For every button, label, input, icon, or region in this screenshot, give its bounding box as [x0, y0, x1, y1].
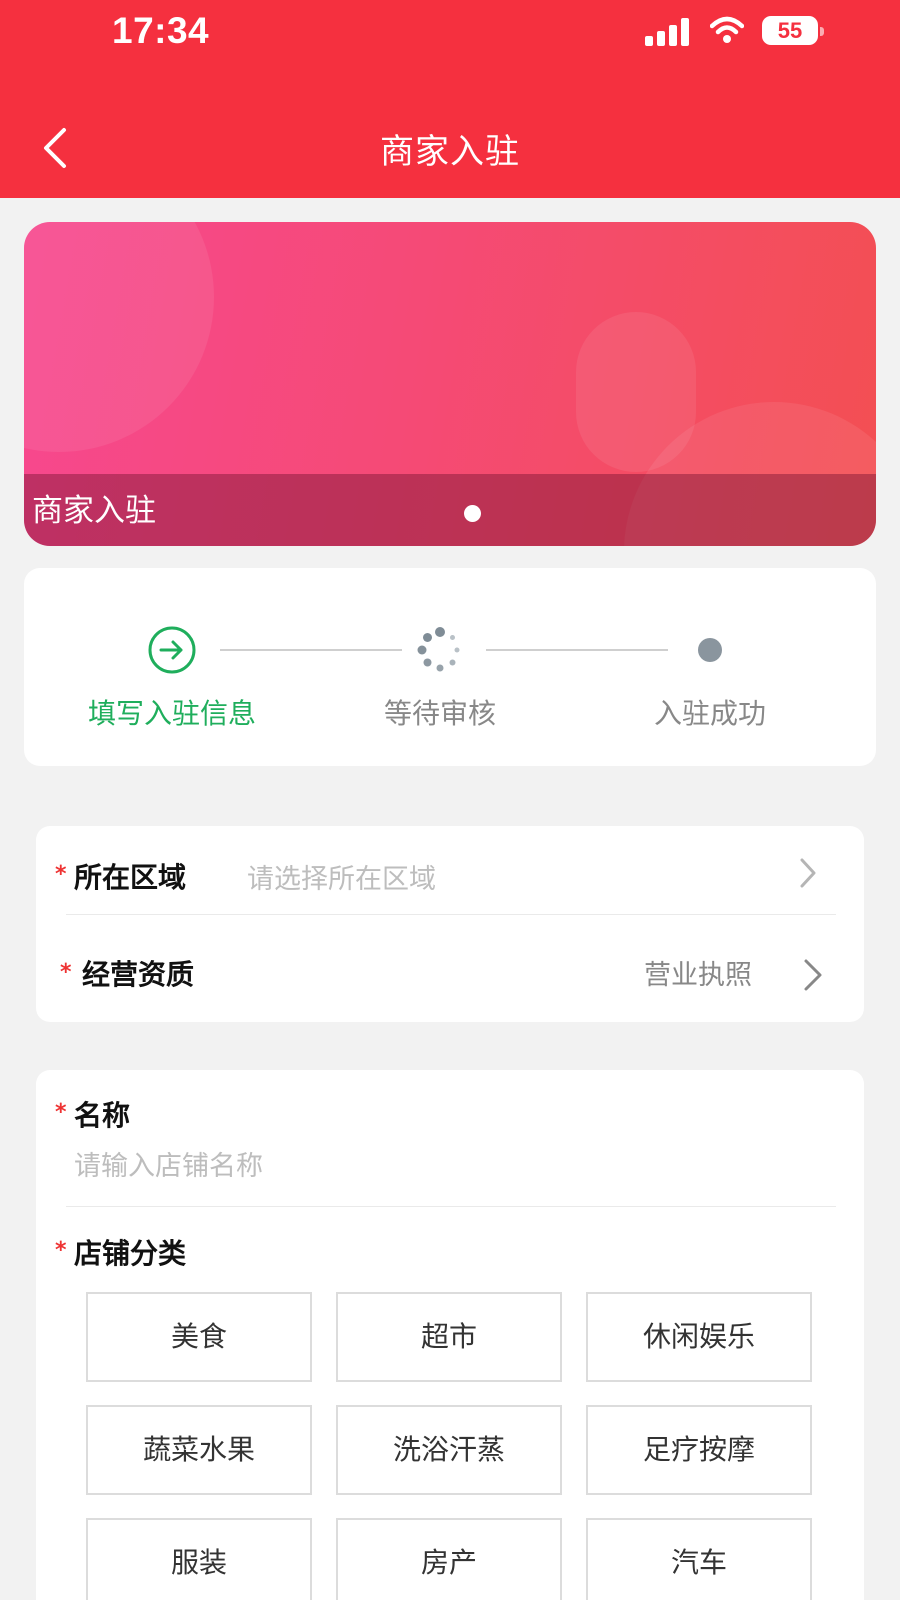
- category-option[interactable]: 休闲娱乐: [586, 1292, 812, 1382]
- qualification-value: 营业执照: [644, 960, 752, 991]
- qualification-label: 经营资质: [82, 958, 195, 991]
- progress-steps: 填写入驻信息 等待审核 入驻成功: [24, 568, 876, 766]
- qualification-card: * 所在区域 请选择所在区域 * 经营资质 营业执照: [36, 826, 864, 1022]
- category-option[interactable]: 美食: [86, 1292, 312, 1382]
- app-header: 17:34 55 商家入驻: [0, 0, 900, 198]
- category-option[interactable]: 房产: [336, 1518, 562, 1600]
- chevron-right-icon: [800, 858, 816, 888]
- row-divider: [66, 1206, 836, 1207]
- cellular-signal-icon: [645, 18, 691, 46]
- promo-banner[interactable]: 商家入驻: [24, 222, 876, 546]
- loading-spinner-icon: [417, 627, 460, 672]
- banner-caption: 商家入驻: [32, 493, 156, 529]
- category-option[interactable]: 汽车: [586, 1518, 812, 1600]
- shop-category-label: 店铺分类: [74, 1237, 187, 1270]
- qualification-row[interactable]: * 经营资质 营业执照: [36, 915, 864, 1022]
- category-option[interactable]: 洗浴汗蒸: [336, 1405, 562, 1495]
- page-title: 商家入驻: [380, 132, 520, 172]
- step-dot-icon: [698, 638, 722, 662]
- required-asterisk: *: [60, 960, 72, 985]
- battery-indicator: 55: [762, 16, 824, 45]
- step-connector: [486, 649, 668, 651]
- shop-info-card: * 名称 请输入店铺名称 * 店铺分类 美食 超市 休闲娱乐 蔬菜水果 洗浴汗蒸…: [36, 1070, 864, 1600]
- status-time: 17:34: [112, 10, 210, 51]
- wifi-icon: [710, 16, 744, 43]
- shop-name-label: 名称: [74, 1099, 131, 1132]
- region-label: 所在区域: [74, 861, 187, 894]
- category-option[interactable]: 足疗按摩: [586, 1405, 812, 1495]
- category-option[interactable]: 超市: [336, 1292, 562, 1382]
- required-asterisk: *: [55, 1238, 67, 1263]
- category-option[interactable]: 服装: [86, 1518, 312, 1600]
- step-label-fill-info: 填写入驻信息: [87, 697, 256, 730]
- banner-decoration: [24, 222, 214, 452]
- category-option[interactable]: 蔬菜水果: [86, 1405, 312, 1495]
- banner-pager-dot: [464, 505, 481, 522]
- region-placeholder: 请选择所在区域: [247, 864, 436, 895]
- step-label-review: 等待审核: [383, 697, 496, 730]
- step-label-success: 入驻成功: [653, 697, 766, 730]
- arrow-circle-icon: [148, 626, 196, 674]
- shop-name-input[interactable]: 请输入店铺名称: [74, 1144, 263, 1183]
- required-asterisk: *: [55, 1100, 67, 1125]
- region-row[interactable]: * 所在区域 请选择所在区域: [36, 826, 864, 914]
- chevron-right-icon: [804, 959, 822, 991]
- step-connector: [220, 649, 402, 651]
- required-asterisk: *: [55, 862, 67, 887]
